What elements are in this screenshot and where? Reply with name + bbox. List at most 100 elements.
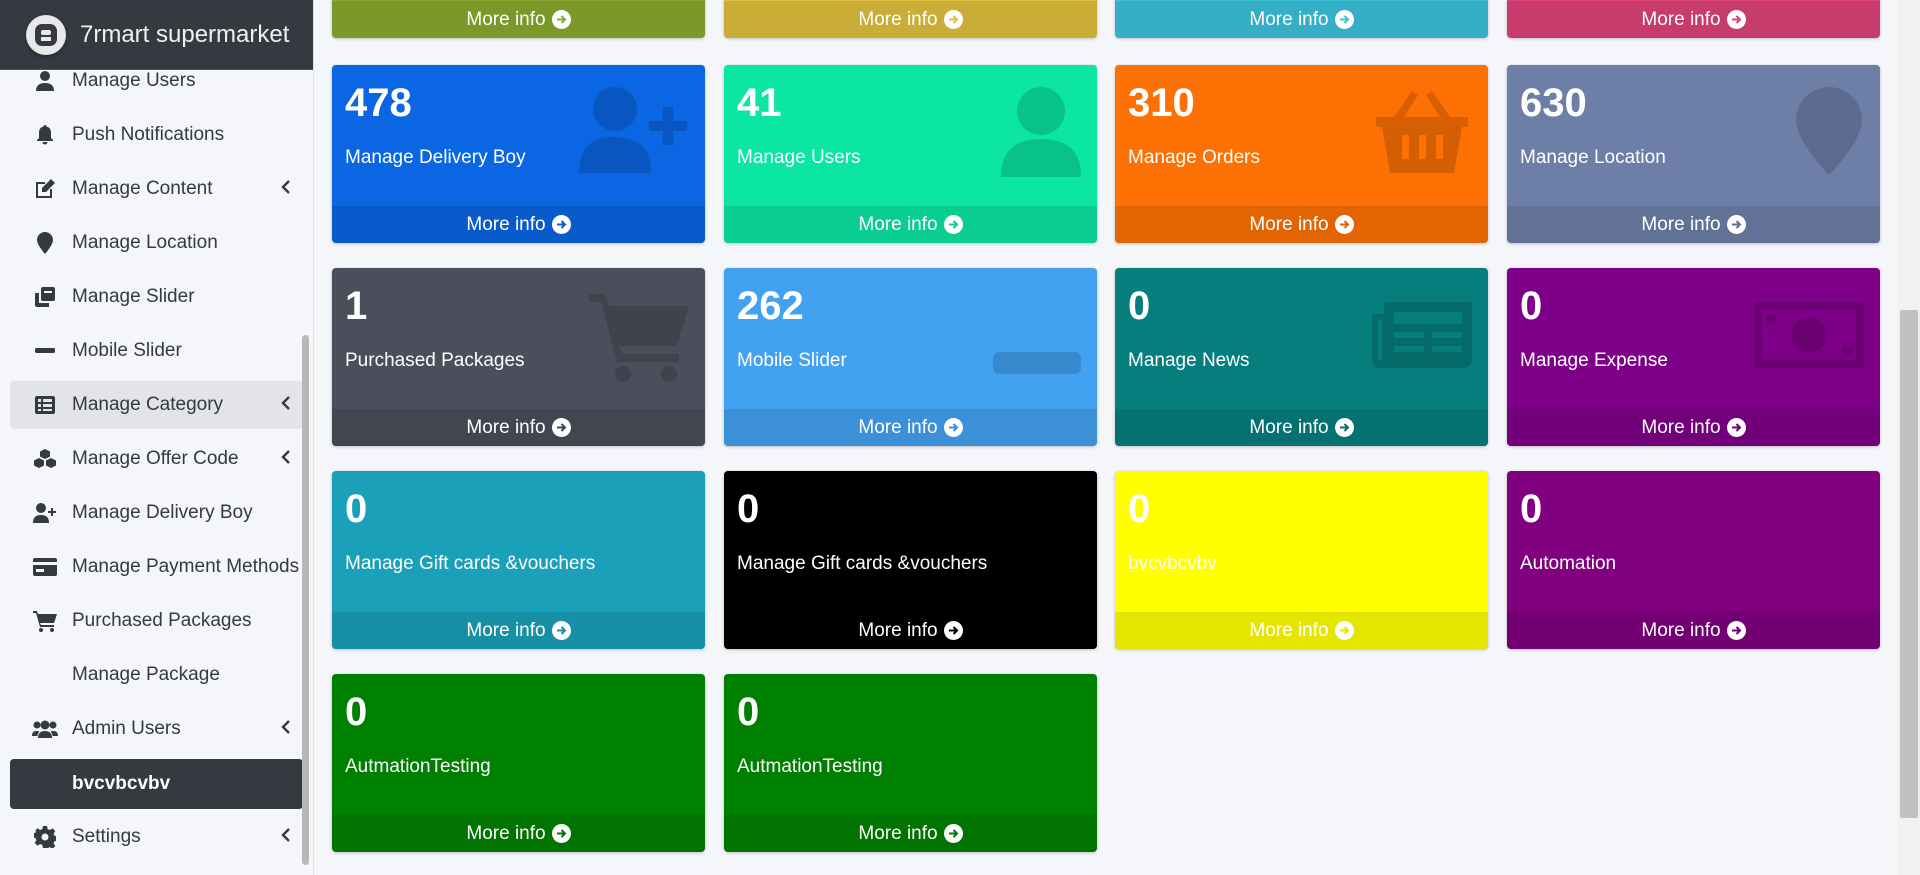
more-info-link[interactable]: More info (724, 1, 1097, 38)
sidebar-item-manage-offer-code[interactable]: Manage Offer Code (10, 435, 303, 483)
more-info-link[interactable]: More info (332, 1, 705, 38)
credit-card-icon (32, 555, 58, 579)
box-count: 1 (345, 284, 368, 328)
more-info-link[interactable]: More info (332, 206, 705, 243)
small-box-gift-cards-2: 0 Manage Gift cards &vouchers More info (724, 471, 1097, 649)
small-box-purchased-packages: 1 Purchased Packages More info (332, 268, 705, 446)
more-info-link[interactable]: More info (1115, 1, 1488, 38)
more-info-link[interactable]: More info (724, 612, 1097, 649)
more-info-link[interactable]: More info (1115, 612, 1488, 649)
sidebar-item-label: Manage Package (72, 664, 220, 685)
arrow-circle-right-icon (551, 824, 571, 843)
box-label: Automation (1520, 553, 1617, 574)
sidebar-item-manage-location[interactable]: Manage Location (10, 219, 303, 267)
shopping-cart-icon (589, 290, 689, 387)
box-label: AutmationTesting (737, 756, 883, 777)
more-info-link[interactable]: More info (1507, 206, 1880, 243)
arrow-circle-right-icon (551, 10, 571, 29)
box-count: 0 (1128, 487, 1151, 531)
small-box-top-1: More info (332, 0, 705, 38)
arrow-circle-right-icon (1334, 418, 1354, 437)
small-box-autmationtesting-1: 0 AutmationTesting More info (332, 674, 705, 852)
sidebar-item-bvcvbcvbv[interactable]: bvcvbcvbv (10, 759, 303, 809)
map-marker-icon (1796, 87, 1862, 180)
box-label: Manage News (1128, 350, 1250, 371)
box-label: Manage Delivery Boy (345, 147, 526, 168)
box-label: Manage Expense (1520, 350, 1668, 371)
arrow-circle-right-icon (1726, 215, 1746, 234)
arrow-circle-right-icon (551, 418, 571, 437)
dashboard-content: More info More info More info More info … (315, 0, 1900, 875)
arrow-circle-right-icon (551, 215, 571, 234)
small-box-top-4: More info (1507, 0, 1880, 38)
minus-icon (993, 352, 1081, 379)
user-icon (32, 69, 58, 93)
arrow-circle-right-icon (943, 418, 963, 437)
sidebar-item-manage-payment-methods[interactable]: Manage Payment Methods (10, 543, 303, 591)
sidebar-item-label: Push Notifications (72, 124, 225, 145)
box-count: 0 (1520, 487, 1543, 531)
small-box-mobile-slider: 262 Mobile Slider More info (724, 268, 1097, 446)
sidebar-item-label: Manage Users (72, 70, 196, 91)
arrow-circle-right-icon (551, 621, 571, 640)
box-count: 310 (1128, 81, 1195, 125)
basket-icon (1372, 87, 1472, 178)
box-label: Manage Gift cards &vouchers (345, 553, 596, 574)
blank-icon (32, 663, 58, 687)
chevron-left-icon (281, 396, 290, 410)
box-count: 0 (737, 487, 760, 531)
more-info-link[interactable]: More info (332, 409, 705, 446)
sidebar-item-manage-content[interactable]: Manage Content (10, 165, 303, 213)
sidebar-item-label: bvcvbcvbv (72, 773, 171, 794)
more-info-link[interactable]: More info (1115, 206, 1488, 243)
more-info-link[interactable]: More info (724, 815, 1097, 852)
money-bill-icon (1754, 302, 1864, 373)
chevron-left-icon (281, 450, 290, 464)
box-label: Purchased Packages (345, 350, 525, 371)
box-count: 0 (737, 690, 760, 734)
sidebar-item-admin-users[interactable]: Admin Users (10, 705, 303, 753)
blank-icon (32, 772, 58, 796)
small-box-top-2: More info (724, 0, 1097, 38)
box-label: Manage Location (1520, 147, 1666, 168)
more-info-link[interactable]: More info (1507, 1, 1880, 38)
sidebar-item-purchased-packages[interactable]: Purchased Packages (10, 597, 303, 645)
sidebar-item-push-notifications[interactable]: Push Notifications (10, 111, 303, 159)
box-count: 630 (1520, 81, 1587, 125)
minus-icon (32, 339, 58, 363)
brand-link[interactable]: 7rmart supermarket (0, 0, 313, 70)
box-label: Manage Orders (1128, 147, 1261, 168)
sidebar-item-manage-category[interactable]: Manage Category (10, 381, 303, 429)
page-scrollbar-thumb[interactable] (1900, 310, 1918, 818)
more-info-link[interactable]: More info (724, 409, 1097, 446)
box-label: Manage Gift cards &vouchers (737, 553, 988, 574)
small-box-top-3: More info (1115, 0, 1488, 38)
sidebar-item-settings[interactable]: Settings (10, 813, 303, 861)
shopping-cart-icon (32, 609, 58, 633)
arrow-circle-right-icon (943, 10, 963, 29)
box-count: 262 (737, 284, 804, 328)
box-count: 0 (1128, 284, 1151, 328)
small-box-manage-location: 630 Manage Location More info (1507, 65, 1880, 243)
sidebar-scrollbar-thumb[interactable] (302, 335, 309, 865)
more-info-link[interactable]: More info (332, 815, 705, 852)
arrow-circle-right-icon (943, 215, 963, 234)
box-label: AutmationTesting (345, 756, 491, 777)
more-info-link[interactable]: More info (1507, 612, 1880, 649)
more-info-link[interactable]: More info (724, 206, 1097, 243)
more-info-link[interactable]: More info (1507, 409, 1880, 446)
sidebar-item-mobile-slider[interactable]: Mobile Slider (10, 327, 303, 375)
sidebar-item-label: Manage Offer Code (72, 448, 239, 469)
small-box-manage-news: 0 Manage News More info (1115, 268, 1488, 446)
more-info-link[interactable]: More info (332, 612, 705, 649)
sidebar-item-label: Manage Delivery Boy (72, 502, 253, 523)
small-box-autmationtesting-2: 0 AutmationTesting More info (724, 674, 1097, 852)
sidebar-item-manage-slider[interactable]: Manage Slider (10, 273, 303, 321)
chevron-left-icon (281, 720, 290, 734)
sidebar-item-manage-package[interactable]: Manage Package (10, 651, 303, 699)
more-info-link[interactable]: More info (1115, 409, 1488, 446)
sidebar-item-manage-delivery-boy[interactable]: Manage Delivery Boy (10, 489, 303, 537)
list-alt-icon (32, 393, 58, 417)
arrow-circle-right-icon (1334, 621, 1354, 640)
sidebar-item-label: Manage Location (72, 232, 218, 253)
